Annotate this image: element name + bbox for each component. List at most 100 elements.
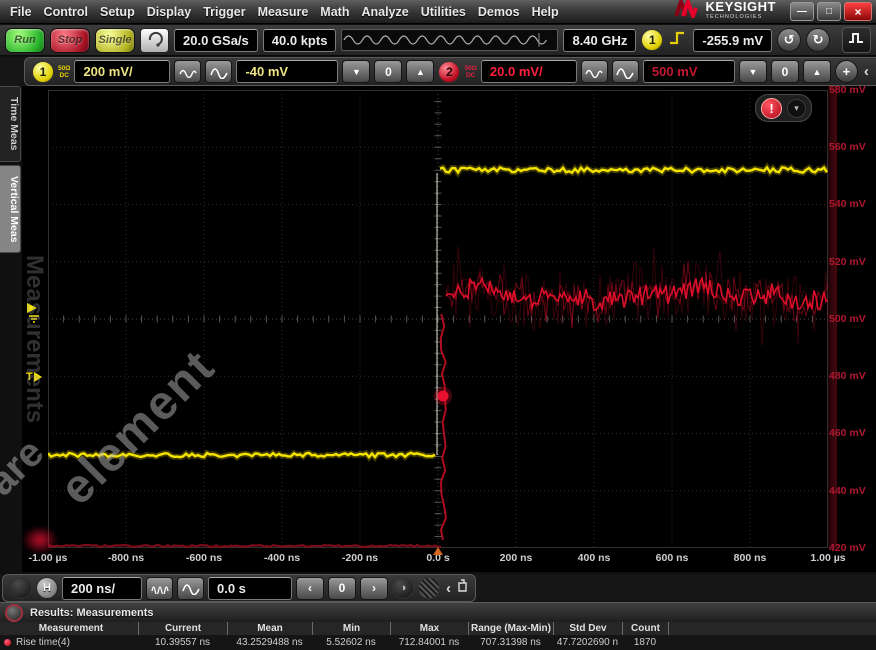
annotation-icon[interactable] (10, 577, 32, 599)
channel1-scale-fine-icon[interactable] (174, 60, 201, 83)
menu-utilities[interactable]: Utilities (415, 5, 472, 19)
tab-time-meas[interactable]: Time Meas (0, 86, 21, 162)
restore-button[interactable]: □ (817, 2, 841, 21)
menu-control[interactable]: Control (38, 5, 94, 19)
single-button[interactable]: Single (95, 28, 135, 53)
undo-button[interactable]: ↺ (777, 28, 801, 52)
add-channel-button[interactable]: + (835, 60, 858, 83)
channel2-offset-up-button[interactable]: ▲ (803, 60, 831, 83)
acquisition-preview-strip[interactable] (341, 29, 558, 51)
results-gear-icon[interactable] (5, 604, 23, 622)
channel2-badge[interactable]: 2 (438, 61, 460, 83)
horizontal-badge[interactable]: H (36, 577, 58, 599)
menu-help[interactable]: Help (526, 5, 565, 19)
channel1-coupling[interactable]: 50Ω DC (58, 65, 70, 79)
channel2-clip-indicator (22, 526, 58, 554)
channel1-scale-display[interactable]: 200 mV/ (74, 60, 170, 83)
trigger-level-display[interactable]: -255.9 mV (693, 29, 772, 52)
time-label: 800 ns (734, 552, 767, 564)
time-label: 200 ns (500, 552, 533, 564)
search-mode-icon[interactable]: ◑ (392, 577, 414, 599)
stop-button[interactable]: Stop (50, 28, 90, 53)
channel2-impedance: 50Ω (464, 65, 476, 72)
status-indicator-pill[interactable]: ! ▾ (755, 94, 812, 122)
channel1-offset-zero-button[interactable]: 0 (374, 60, 402, 83)
channel1-scale-coarse-icon[interactable] (205, 60, 232, 83)
memory-depth-display[interactable]: 40.0 kpts (263, 29, 337, 52)
channel2-offset-display[interactable]: 500 mV (643, 60, 735, 83)
voltage-label: 500 mV (829, 313, 873, 325)
trigger-source-badge[interactable]: 1 (641, 29, 663, 51)
rising-edge-icon (668, 29, 688, 52)
measurement-max: 712.84001 ns (390, 635, 468, 650)
warning-icon[interactable]: ! (761, 98, 782, 119)
channel2-coupling[interactable]: 50Ω DC (464, 65, 476, 79)
menu-display[interactable]: Display (141, 5, 197, 19)
time-label: 1.00 µs (810, 552, 845, 564)
sample-rate-display[interactable]: 20.0 GSa/s (174, 29, 258, 52)
minimize-button[interactable]: — (790, 2, 814, 21)
close-button[interactable]: × (844, 2, 872, 21)
zoom-out-wave-icon[interactable] (177, 577, 204, 600)
position-right-button[interactable]: › (360, 577, 388, 600)
channel2-offset-down-button[interactable]: ▼ (739, 60, 767, 83)
touch-icon (146, 29, 164, 52)
menu-math[interactable]: Math (314, 5, 355, 19)
channel1-offset-display[interactable]: -40 mV (236, 60, 338, 83)
position-left-button[interactable]: ‹ (296, 577, 324, 600)
measurement-range: 707.31398 ns (468, 635, 553, 650)
timebase-scale-display[interactable]: 200 ns/ (62, 577, 142, 600)
voltage-label: 480 mV (829, 370, 873, 382)
menu-file[interactable]: File (4, 5, 38, 19)
channel2-scale-display[interactable]: 20.0 mV/ (481, 60, 577, 83)
title-bar: File Control Setup Display Trigger Measu… (0, 0, 876, 24)
table-header-row: Measurement Current Mean Min Max Range (… (0, 622, 876, 635)
tab-vertical-meas[interactable]: Vertical Meas (0, 165, 21, 254)
redo-button[interactable]: ↻ (806, 28, 830, 52)
voltage-label: 520 mV (829, 256, 873, 268)
voltage-label: 560 mV (829, 141, 873, 153)
channel2-offset-zero-button[interactable]: 0 (771, 60, 799, 83)
menu-analyze[interactable]: Analyze (355, 5, 414, 19)
trigger-level-marker[interactable]: T (26, 371, 42, 383)
table-row[interactable]: Rise time(4) 10.39557 ns 43.2529488 ns 5… (0, 635, 876, 650)
zoom-in-wave-icon[interactable] (146, 577, 173, 600)
menu-trigger[interactable]: Trigger (197, 5, 251, 19)
run-button[interactable]: Run (5, 28, 45, 53)
position-zero-button[interactable]: 0 (328, 577, 356, 600)
collapse-arrow-icon[interactable]: ‹ (862, 63, 871, 80)
measurement-mean: 43.2529488 ns (227, 635, 312, 650)
menu-demos[interactable]: Demos (472, 5, 526, 19)
measurement-sidebar: Time Meas Vertical Meas (0, 86, 22, 253)
trigger-level-label: T (26, 371, 33, 383)
scope-display[interactable]: 580 mV 560 mV 540 mV 520 mV 500 mV 480 m… (22, 86, 876, 572)
waveform-grid[interactable] (48, 90, 828, 548)
channel1-badge[interactable]: 1 (32, 61, 54, 83)
voltage-label: 540 mV (829, 198, 873, 210)
trigger-time-marker[interactable] (433, 547, 443, 555)
channel2-mode: DC (466, 72, 475, 79)
collapse-arrow-icon[interactable]: ‹ (444, 580, 453, 597)
segmented-memory-icon[interactable] (418, 577, 440, 599)
menu-measure[interactable]: Measure (252, 5, 315, 19)
channel1-ground-marker[interactable] (26, 302, 42, 328)
channel1-offset-up-button[interactable]: ▲ (406, 60, 434, 83)
channel2-scale-fine-icon[interactable] (581, 60, 608, 83)
chevron-down-icon[interactable]: ▾ (787, 99, 806, 118)
measurement-stddev: 47.7202690 n (553, 635, 622, 650)
measurement-color-dot (4, 639, 11, 646)
channel2-scale-coarse-icon[interactable] (612, 60, 639, 83)
waveform-tool-button[interactable] (842, 27, 871, 53)
touch-button[interactable] (140, 28, 169, 53)
time-label: 400 ns (578, 552, 611, 564)
channel1-offset-down-button[interactable]: ▼ (342, 60, 370, 83)
channel1-mode: DC (60, 72, 69, 79)
measurement-current: 10.39557 ns (138, 635, 227, 650)
column-header: Current (138, 622, 227, 635)
results-header[interactable]: Results: Measurements (0, 602, 876, 622)
column-header: Count (622, 622, 668, 635)
bandwidth-display[interactable]: 8.40 GHz (563, 29, 636, 52)
menu-setup[interactable]: Setup (94, 5, 141, 19)
pin-icon[interactable] (457, 579, 468, 597)
timebase-position-display[interactable]: 0.0 s (208, 577, 292, 600)
